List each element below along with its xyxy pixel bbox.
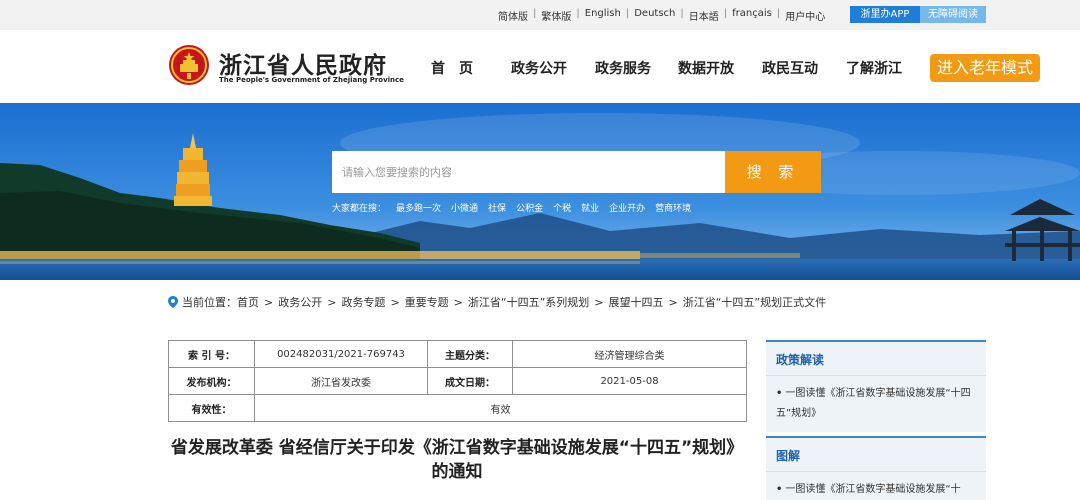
breadcrumb-home[interactable]: 首页 <box>237 294 259 310</box>
document-meta-table: 索 引 号： 002482031/2021-769743 主题分类： 经济管理综… <box>168 340 747 422</box>
hot-search-item[interactable]: 公积金 <box>516 201 543 214</box>
breadcrumb-14th-plan-series[interactable]: 浙江省“十四五”系列规划 <box>468 294 589 310</box>
divider: | <box>625 8 630 19</box>
policy-interpretation-panel: 政策解读 • 一图读懂《浙江省数字基础设施发展“十四五”规划》 <box>766 340 986 432</box>
location-pin-icon <box>168 296 178 308</box>
hot-search-list: 大家都在搜： 最多跑一次 小微通 社保 公积金 个税 就业 企业开办 营商环境 <box>332 201 691 214</box>
breadcrumb-outlook[interactable]: 展望十四五 <box>609 294 664 310</box>
national-emblem-icon <box>169 45 209 85</box>
breadcrumb-key-topics[interactable]: 重要专题 <box>405 294 449 310</box>
validity-label: 有效性： <box>168 394 255 422</box>
top-utility-bar: 简体版 | 繁体版 | English | Deutsch | 日本語 | françai… <box>0 0 1080 30</box>
issuer-value: 浙江省发改委 <box>254 367 428 395</box>
user-center-link[interactable]: 用户中心 <box>785 8 825 23</box>
table-row: 索 引 号： 002482031/2021-769743 主题分类： 经济管理综… <box>168 340 747 368</box>
chevron-right-icon: > <box>453 295 463 309</box>
nav-home[interactable]: 首 页 <box>431 58 473 78</box>
divider: | <box>576 8 580 19</box>
issuer-label: 发布机构： <box>168 367 255 395</box>
divider: | <box>776 8 781 19</box>
zheliban-app-button[interactable]: 浙里办APP <box>850 6 920 23</box>
lang-simplified[interactable]: 简体版 <box>498 8 528 23</box>
hot-search-item[interactable]: 就业 <box>581 201 599 214</box>
list-item[interactable]: • 一图读懂《浙江省数字基础设施发展“十四五”规划》 <box>766 376 986 424</box>
language-links: 简体版 | 繁体版 | English | Deutsch | 日本語 | françai… <box>498 8 825 23</box>
lang-french[interactable]: français <box>732 8 772 23</box>
bullet-icon: • <box>776 484 783 495</box>
panel-title: 政策解读 <box>766 342 986 376</box>
breadcrumb-topics[interactable]: 政务专题 <box>341 294 385 310</box>
breadcrumb-label: 当前位置： <box>182 296 237 309</box>
site-subtitle: The People's Government of Zhejiang Prov… <box>219 76 404 84</box>
bullet-icon: • <box>776 388 783 399</box>
nav-government-affairs[interactable]: 政务公开 <box>511 58 567 78</box>
site-header: 浙江省人民政府 The People's Government of Zheji… <box>0 30 1080 103</box>
chevron-right-icon: > <box>594 295 604 309</box>
lang-japanese[interactable]: 日本語 <box>689 8 719 23</box>
policy-link[interactable]: 一图读懂《浙江省数字基础设施发展“十四五”规划》 <box>776 388 971 419</box>
topic-label: 主题分类： <box>427 340 513 368</box>
nav-government-services[interactable]: 政务服务 <box>595 58 651 78</box>
divider: | <box>533 8 537 19</box>
hot-search-item[interactable]: 营商环境 <box>655 201 691 214</box>
table-row: 有效性： 有效 <box>168 394 747 422</box>
search-input[interactable] <box>332 151 725 193</box>
index-value: 002482031/2021-769743 <box>254 340 428 368</box>
hot-search-label: 大家都在搜： <box>332 204 387 214</box>
hot-search-item[interactable]: 最多跑一次 <box>396 201 441 214</box>
hot-search-item[interactable]: 个税 <box>553 201 571 214</box>
hot-search-item[interactable]: 小微通 <box>451 201 478 214</box>
lang-traditional[interactable]: 繁体版 <box>541 8 571 23</box>
divider: | <box>723 8 728 19</box>
lang-german[interactable]: Deutsch <box>634 8 675 23</box>
divider: | <box>680 8 684 19</box>
chevron-right-icon: > <box>390 295 400 309</box>
hot-search-item[interactable]: 企业开办 <box>609 201 645 214</box>
panel-title: 图解 <box>766 438 986 472</box>
search-button[interactable]: 搜 索 <box>725 151 821 193</box>
table-row: 发布机构： 浙江省发改委 成文日期： 2021-05-08 <box>168 367 747 395</box>
validity-value: 有效 <box>254 394 747 422</box>
article-title: 省发展改革委 省经信厅关于印发《浙江省数字基础设施发展“十四五”规划》的通知 <box>170 438 744 482</box>
breadcrumb: 当前位置： 首页 > 政务公开 > 政务专题 > 重要专题 > 浙江省“十四五”系列规划… <box>168 294 826 310</box>
graphic-link[interactable]: 一图读懂《浙江省数字基础设施发展“十 <box>785 484 960 495</box>
elderly-mode-button[interactable]: 进入老年模式 <box>930 54 1040 82</box>
nav-interaction[interactable]: 政民互动 <box>762 58 818 78</box>
breadcrumb-official-documents[interactable]: 浙江省“十四五”规划正式文件 <box>683 294 826 310</box>
accessible-reading-button[interactable]: 无障碍阅读 <box>920 6 986 23</box>
hot-search-item[interactable]: 社保 <box>488 201 506 214</box>
nav-about-zhejiang[interactable]: 了解浙江 <box>846 58 902 78</box>
date-value: 2021-05-08 <box>512 367 747 395</box>
topic-value: 经济管理综合类 <box>512 340 747 368</box>
chevron-right-icon: > <box>264 295 274 309</box>
index-label: 索 引 号： <box>168 340 255 368</box>
site-title[interactable]: 浙江省人民政府 <box>219 46 387 80</box>
date-label: 成文日期： <box>427 367 513 395</box>
chevron-right-icon: > <box>327 295 337 309</box>
list-item[interactable]: • 一图读懂《浙江省数字基础设施发展“十 <box>766 472 986 500</box>
graphic-panel: 图解 • 一图读懂《浙江省数字基础设施发展“十 <box>766 436 986 500</box>
nav-open-data[interactable]: 数据开放 <box>678 58 734 78</box>
breadcrumb-government-affairs[interactable]: 政务公开 <box>278 294 322 310</box>
chevron-right-icon: > <box>668 295 678 309</box>
lang-english[interactable]: English <box>585 8 621 23</box>
